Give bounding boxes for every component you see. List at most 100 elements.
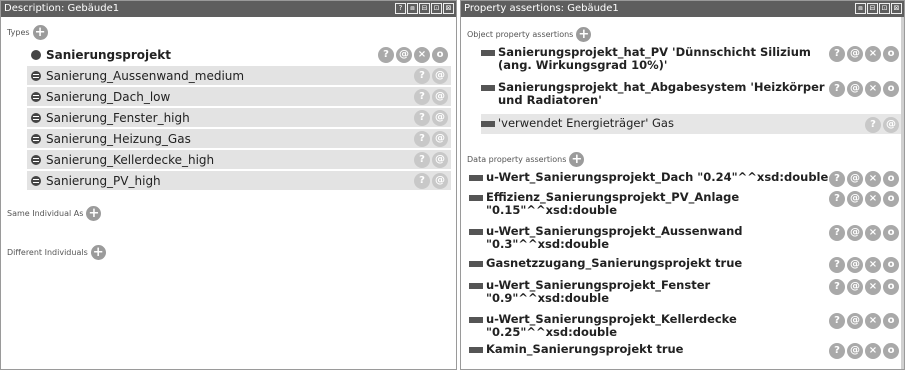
- help-icon[interactable]: ?: [829, 171, 845, 187]
- view-split-icon[interactable]: ⧈: [855, 3, 866, 14]
- annotate-icon[interactable]: @: [847, 279, 863, 295]
- view-help-icon[interactable]: ?: [395, 3, 406, 14]
- annotate-icon[interactable]: @: [847, 225, 863, 241]
- type-row[interactable]: Sanierung_Fenster_high? @: [27, 108, 451, 127]
- annotate-icon[interactable]: @: [847, 257, 863, 273]
- view-close-icon[interactable]: ⊠: [891, 3, 902, 14]
- view-minimize-icon[interactable]: ⊟: [867, 3, 878, 14]
- edit-icon[interactable]: o: [883, 171, 899, 187]
- type-row[interactable]: Sanierung_Kellerdecke_high? @: [27, 150, 451, 169]
- object-property-row[interactable]: Sanierungsprojekt_hat_Abgabesystem 'Heiz…: [481, 81, 902, 112]
- different-individuals-label: Different Individuals: [7, 248, 88, 257]
- scrollbar[interactable]: [901, 17, 904, 369]
- property-bar-icon: [469, 229, 483, 235]
- delete-icon[interactable]: ×: [865, 225, 881, 241]
- edit-icon[interactable]: o: [883, 343, 899, 359]
- edit-icon[interactable]: o: [883, 46, 899, 62]
- property-bar-icon: [469, 175, 483, 181]
- data-property-text: u-Wert_Sanierungsprojekt_Aussenwand "0.3"…: [486, 225, 829, 251]
- help-icon[interactable]: ?: [829, 191, 845, 207]
- help-icon[interactable]: ?: [829, 279, 845, 295]
- view-split-icon[interactable]: ⧈: [407, 3, 418, 14]
- object-property-row[interactable]: Sanierungsprojekt_hat_PV 'Dünnschicht Si…: [481, 46, 902, 79]
- annotate-icon[interactable]: @: [432, 67, 448, 84]
- edit-icon[interactable]: o: [883, 313, 899, 329]
- description-panel: Description: Gebäude1 ? ⧈ ⊟ ⊡ ⊠ Types + …: [0, 0, 457, 370]
- annotate-icon[interactable]: @: [432, 151, 448, 168]
- delete-icon[interactable]: ×: [865, 191, 881, 207]
- add-data-property-icon[interactable]: +: [569, 152, 585, 167]
- add-object-property-icon[interactable]: +: [576, 27, 592, 42]
- add-type-icon[interactable]: +: [32, 25, 48, 40]
- description-title: Description: Gebäude1: [4, 3, 120, 14]
- annotate-icon[interactable]: @: [432, 88, 448, 105]
- delete-icon[interactable]: ×: [865, 279, 881, 295]
- data-property-row[interactable]: Effizienz_Sanierungsprojekt_PV_Anlage "0.…: [469, 191, 902, 217]
- delete-icon[interactable]: ×: [865, 313, 881, 329]
- help-icon[interactable]: ?: [414, 151, 430, 168]
- help-icon[interactable]: ?: [378, 46, 394, 63]
- annotate-icon[interactable]: @: [847, 313, 863, 329]
- annotate-icon[interactable]: @: [432, 109, 448, 126]
- delete-icon[interactable]: ×: [865, 257, 881, 273]
- data-property-row[interactable]: Gasnetzzugang_Sanierungsprojekt true? @ × o: [469, 257, 902, 273]
- row-actions: ? @: [414, 172, 451, 189]
- edit-icon[interactable]: o: [883, 81, 899, 97]
- help-icon[interactable]: ?: [414, 88, 430, 105]
- help-icon[interactable]: ?: [414, 130, 430, 147]
- view-maximize-icon[interactable]: ⊡: [879, 3, 890, 14]
- help-icon[interactable]: ?: [829, 46, 845, 62]
- property-title: Property assertions: Gebäude1: [464, 3, 619, 14]
- property-line-1: Kamin_Sanierungsprojekt true: [486, 342, 684, 356]
- type-row[interactable]: Sanierungsprojekt? @ × o: [27, 45, 451, 64]
- property-bar-icon: [481, 85, 495, 91]
- help-icon[interactable]: ?: [829, 225, 845, 241]
- help-icon[interactable]: ?: [865, 117, 881, 133]
- data-property-row[interactable]: u-Wert_Sanierungsprojekt_Aussenwand "0.3"…: [469, 225, 902, 251]
- edit-icon[interactable]: o: [883, 257, 899, 273]
- type-row[interactable]: Sanierung_Dach_low? @: [27, 87, 451, 106]
- different-individuals-header: Different Individuals +: [7, 245, 106, 260]
- delete-icon[interactable]: ×: [865, 46, 881, 62]
- data-property-row[interactable]: u-Wert_Sanierungsprojekt_Dach "0.24"^^xs…: [469, 171, 902, 187]
- help-icon[interactable]: ?: [829, 343, 845, 359]
- annotate-icon[interactable]: @: [847, 46, 863, 62]
- property-line-2: "0.25"^^xsd:double: [486, 325, 618, 339]
- annotate-icon[interactable]: @: [847, 171, 863, 187]
- view-maximize-icon[interactable]: ⊡: [431, 3, 442, 14]
- type-row[interactable]: Sanierung_Heizung_Gas? @: [27, 129, 451, 148]
- edit-icon[interactable]: o: [883, 225, 899, 241]
- type-row[interactable]: Sanierung_PV_high? @: [27, 171, 451, 190]
- delete-icon[interactable]: ×: [865, 171, 881, 187]
- data-property-row[interactable]: Kamin_Sanierungsprojekt true? @ × o: [469, 343, 902, 359]
- edit-icon[interactable]: o: [432, 46, 448, 63]
- edit-icon[interactable]: o: [883, 191, 899, 207]
- data-property-row[interactable]: u-Wert_Sanierungsprojekt_Kellerdecke "0.2…: [469, 313, 902, 339]
- edit-icon[interactable]: o: [883, 279, 899, 295]
- delete-icon[interactable]: ×: [414, 46, 430, 63]
- add-different-individual-icon[interactable]: +: [90, 245, 106, 260]
- annotate-icon[interactable]: @: [847, 343, 863, 359]
- delete-icon[interactable]: ×: [865, 343, 881, 359]
- type-row[interactable]: Sanierung_Aussenwand_medium? @: [27, 66, 451, 85]
- help-icon[interactable]: ?: [829, 257, 845, 273]
- annotate-icon[interactable]: @: [396, 46, 412, 63]
- add-same-individual-icon[interactable]: +: [86, 206, 102, 221]
- annotate-icon[interactable]: @: [847, 191, 863, 207]
- annotate-icon[interactable]: @: [847, 81, 863, 97]
- view-close-icon[interactable]: ⊠: [443, 3, 454, 14]
- annotate-icon[interactable]: @: [432, 130, 448, 147]
- type-label: Sanierung_Fenster_high: [46, 110, 190, 125]
- annotate-icon[interactable]: @: [883, 117, 899, 133]
- property-line-2: und Radiatoren': [498, 93, 602, 107]
- help-icon[interactable]: ?: [414, 109, 430, 126]
- view-minimize-icon[interactable]: ⊟: [419, 3, 430, 14]
- help-icon[interactable]: ?: [829, 313, 845, 329]
- delete-icon[interactable]: ×: [865, 81, 881, 97]
- help-icon[interactable]: ?: [414, 67, 430, 84]
- object-property-row[interactable]: 'verwendet Energieträger' Gas? @: [481, 114, 902, 134]
- annotate-icon[interactable]: @: [432, 172, 448, 189]
- help-icon[interactable]: ?: [829, 81, 845, 97]
- data-property-row[interactable]: u-Wert_Sanierungsprojekt_Fenster "0.9"^^x…: [469, 279, 902, 305]
- help-icon[interactable]: ?: [414, 172, 430, 189]
